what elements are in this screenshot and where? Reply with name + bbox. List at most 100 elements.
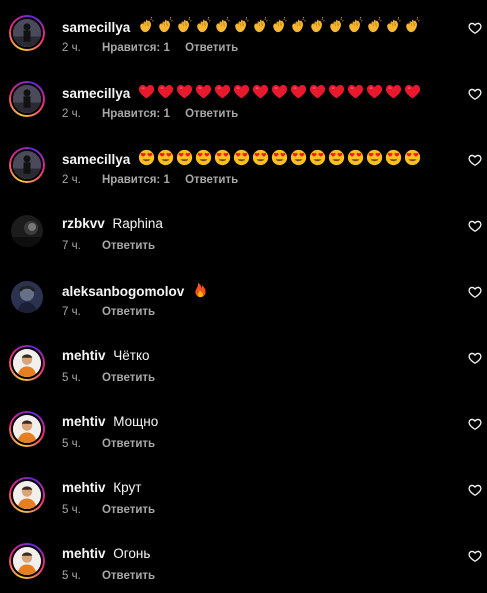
heart-eyes-emoji-icon — [328, 149, 345, 166]
comment-time: 5 ч. — [62, 570, 81, 582]
comment-username[interactable]: mehtiv — [62, 414, 106, 429]
red-heart-emoji-icon — [385, 83, 402, 100]
reply-button[interactable]: Ответить — [185, 174, 238, 186]
comment-time: 5 ч. — [62, 504, 81, 516]
reply-button[interactable]: Ответить — [102, 570, 155, 582]
comment-text: Мощно — [113, 414, 159, 429]
comment-username[interactable]: mehtiv — [62, 480, 106, 495]
heart-eyes-emoji-icon — [271, 149, 288, 166]
heart-eyes-emoji-icon — [404, 149, 421, 166]
comment-likes-count[interactable]: Нравится: 1 — [102, 108, 170, 120]
heart-eyes-emoji-icon — [385, 149, 402, 166]
comment-item: mehtiv Чётко 5 ч. Ответить — [0, 345, 487, 395]
clap-emoji-icon — [290, 17, 307, 34]
clap-emoji-icon — [252, 17, 269, 34]
comment-item: mehtiv Крут 5 ч. Ответить — [0, 477, 487, 527]
red-heart-emoji-icon — [290, 83, 307, 100]
comment-item: samecillya 2 ч. Нравится: 1 Ответить — [0, 81, 487, 131]
heart-eyes-emoji-icon — [309, 149, 326, 166]
heart-eyes-emoji-icon — [366, 149, 383, 166]
red-heart-emoji-icon — [404, 83, 421, 100]
fire-emoji-icon — [192, 281, 209, 298]
avatar[interactable] — [9, 345, 45, 381]
comment-username[interactable]: rzbkvv — [62, 216, 105, 231]
avatar[interactable] — [9, 477, 45, 513]
avatar[interactable] — [9, 15, 45, 51]
red-heart-emoji-icon — [328, 83, 345, 100]
like-heart-icon[interactable] — [468, 21, 482, 35]
heart-eyes-emoji-icon — [176, 149, 193, 166]
red-heart-emoji-icon — [157, 83, 174, 100]
comment-username[interactable]: samecillya — [62, 86, 130, 101]
avatar[interactable] — [9, 543, 45, 579]
clap-emoji-icon — [214, 17, 231, 34]
like-heart-icon[interactable] — [468, 549, 482, 563]
reply-button[interactable]: Ответить — [102, 504, 155, 516]
heart-eyes-emoji-icon — [214, 149, 231, 166]
comment-text: Чётко — [113, 348, 150, 363]
comment-text: Крут — [113, 480, 142, 495]
clap-emoji-icon — [195, 17, 212, 34]
heart-eyes-emoji-icon — [195, 149, 212, 166]
comment-username[interactable]: samecillya — [62, 152, 130, 167]
comment-item: samecillya 2 ч. Нравится: 1 Ответить — [0, 147, 487, 197]
heart-eyes-emoji-icon — [347, 149, 364, 166]
clap-emoji-icon — [309, 17, 326, 34]
like-heart-icon[interactable] — [468, 483, 482, 497]
like-heart-icon[interactable] — [468, 219, 482, 233]
clap-emoji-icon — [347, 17, 364, 34]
clap-emoji-icon — [328, 17, 345, 34]
heart-eyes-emoji-icon — [290, 149, 307, 166]
reply-button[interactable]: Ответить — [102, 438, 155, 450]
red-heart-emoji-icon — [347, 83, 364, 100]
reply-button[interactable]: Ответить — [102, 306, 155, 318]
like-heart-icon[interactable] — [468, 87, 482, 101]
comment-username[interactable]: mehtiv — [62, 546, 106, 561]
heart-eyes-emoji-icon — [233, 149, 250, 166]
reply-button[interactable]: Ответить — [102, 372, 155, 384]
comment-likes-count[interactable]: Нравится: 1 — [102, 174, 170, 186]
comment-item: aleksanbogomolov 7 ч. Ответить — [0, 279, 487, 329]
avatar[interactable] — [9, 411, 45, 447]
comment-item: rzbkvv Raphina 7 ч. Ответить — [0, 213, 487, 263]
clap-emoji-icon — [385, 17, 402, 34]
like-heart-icon[interactable] — [468, 285, 482, 299]
avatar[interactable] — [9, 147, 45, 183]
avatar[interactable] — [9, 279, 45, 315]
comment-username[interactable]: samecillya — [62, 20, 130, 35]
comment-username[interactable]: aleksanbogomolov — [62, 284, 184, 299]
comment-time: 2 ч. — [62, 174, 81, 186]
comment-likes-count[interactable]: Нравится: 1 — [102, 42, 170, 54]
red-heart-emoji-icon — [214, 83, 231, 100]
reply-button[interactable]: Ответить — [102, 240, 155, 252]
comment-item: samecillya 2 ч. Нравится: 1 Ответить — [0, 15, 487, 65]
like-heart-icon[interactable] — [468, 417, 482, 431]
red-heart-emoji-icon — [138, 83, 155, 100]
like-heart-icon[interactable] — [468, 153, 482, 167]
red-heart-emoji-icon — [366, 83, 383, 100]
reply-button[interactable]: Ответить — [185, 108, 238, 120]
comment-item: mehtiv Мощно 5 ч. Ответить — [0, 411, 487, 461]
red-heart-emoji-icon — [233, 83, 250, 100]
clap-emoji-icon — [271, 17, 288, 34]
comment-text: Огонь — [113, 546, 151, 561]
comment-username[interactable]: mehtiv — [62, 348, 106, 363]
reply-button[interactable]: Ответить — [185, 42, 238, 54]
heart-eyes-emoji-icon — [157, 149, 174, 166]
comment-text: Raphina — [112, 216, 163, 231]
comment-item: mehtiv Огонь 5 ч. Ответить — [0, 543, 487, 593]
heart-eyes-emoji-icon — [252, 149, 269, 166]
clap-emoji-icon — [366, 17, 383, 34]
avatar[interactable] — [9, 81, 45, 117]
clap-emoji-icon — [176, 17, 193, 34]
red-heart-emoji-icon — [195, 83, 212, 100]
comment-emoji-row — [138, 83, 421, 100]
avatar[interactable] — [9, 213, 45, 249]
comment-emoji-row — [192, 281, 209, 298]
clap-emoji-icon — [233, 17, 250, 34]
comment-time: 2 ч. — [62, 108, 81, 120]
comment-time: 7 ч. — [62, 306, 81, 318]
clap-emoji-icon — [404, 17, 421, 34]
red-heart-emoji-icon — [271, 83, 288, 100]
like-heart-icon[interactable] — [468, 351, 482, 365]
